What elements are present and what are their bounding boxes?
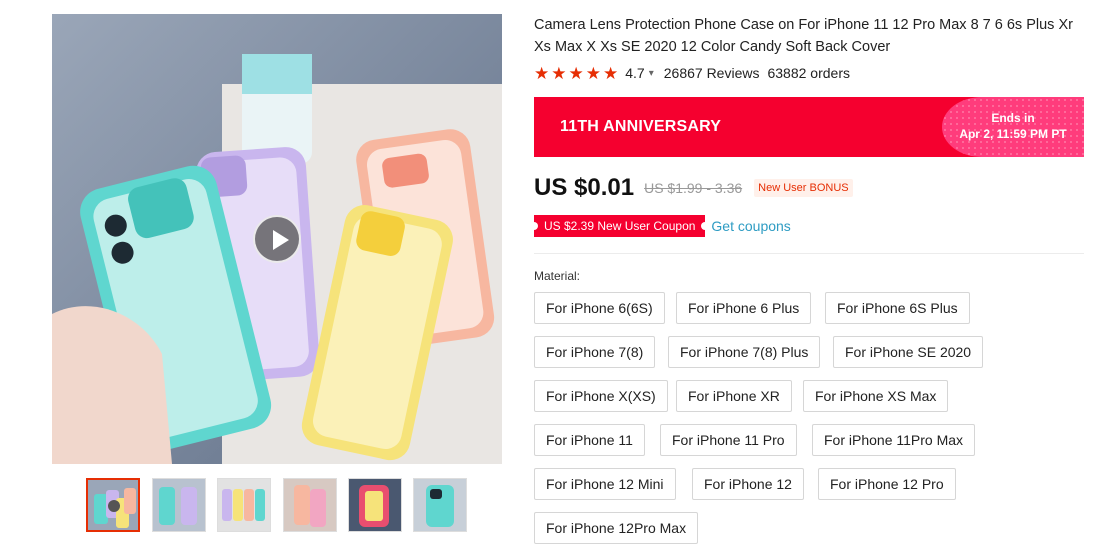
star-icon: ★ (534, 63, 550, 83)
thumbnail-6[interactable] (413, 478, 467, 532)
orders-count: 63882 orders (767, 65, 850, 81)
current-price: US $0.01 (534, 174, 635, 201)
ends-label: Ends in (991, 111, 1035, 125)
promo-banner: 11TH ANNIVERSARY Ends in Apr 2, 11:59 PM… (534, 97, 1084, 157)
ends-time: Apr 2, 11:59 PM PT (959, 127, 1067, 141)
star-icon: ★ (551, 63, 567, 83)
option-iphone-12-pro-max[interactable]: For iPhone 12Pro Max (534, 512, 699, 544)
divider (534, 253, 1084, 254)
option-iphone-12-mini[interactable]: For iPhone 12 Mini (534, 468, 676, 500)
play-video-button[interactable] (253, 215, 301, 263)
thumbnail-4[interactable] (283, 478, 337, 532)
price-row: US $0.01 US $1.99 - 3.36 New User BONUS (534, 172, 853, 204)
product-title: Camera Lens Protection Phone Case on For… (534, 17, 1073, 55)
material-label: Material: (534, 269, 581, 283)
option-iphone-x-xs[interactable]: For iPhone X(XS) (534, 380, 668, 412)
option-iphone-6s-plus[interactable]: For iPhone 6S Plus (825, 292, 970, 324)
rating-row: ★ ★ ★ ★ ★ 4.7 ▾ 26867 Reviews 63882 orde… (534, 62, 850, 84)
banner-title: 11TH ANNIVERSARY (560, 118, 722, 135)
reviews-link[interactable]: 26867 Reviews (664, 65, 760, 81)
chevron-down-icon[interactable]: ▾ (649, 68, 654, 79)
option-iphone-11-pro-max[interactable]: For iPhone 11Pro Max (812, 424, 976, 456)
star-icon: ★ (568, 63, 584, 83)
get-coupons-link[interactable]: Get coupons (711, 218, 790, 234)
thumbnail-3[interactable] (217, 478, 271, 532)
coupon-row: US $2.39 New User Coupon Get coupons (529, 214, 791, 238)
option-iphone-12-pro[interactable]: For iPhone 12 Pro (818, 468, 956, 500)
rating-stars: ★ ★ ★ ★ ★ (534, 65, 618, 82)
star-icon: ★ (603, 63, 619, 83)
thumbnail-5[interactable] (348, 478, 402, 532)
option-iphone-7-8-plus[interactable]: For iPhone 7(8) Plus (668, 336, 821, 368)
option-iphone-6-6s[interactable]: For iPhone 6(6S) (534, 292, 665, 324)
option-iphone-se-2020[interactable]: For iPhone SE 2020 (833, 336, 984, 368)
original-price: US $1.99 - 3.36 (644, 180, 743, 196)
new-user-bonus-badge: New User BONUS (754, 179, 853, 197)
option-iphone-6-plus[interactable]: For iPhone 6 Plus (676, 292, 812, 324)
countdown-box: Ends in Apr 2, 11:59 PM PT (942, 97, 1084, 157)
option-iphone-12[interactable]: For iPhone 12 (692, 468, 804, 500)
option-iphone-11-pro[interactable]: For iPhone 11 Pro (660, 424, 797, 456)
main-product-image[interactable] (52, 14, 502, 464)
option-iphone-xs-max[interactable]: For iPhone XS Max (803, 380, 949, 412)
thumbnail-1[interactable] (86, 478, 140, 532)
star-icon: ★ (585, 63, 601, 83)
option-iphone-11[interactable]: For iPhone 11 (534, 424, 645, 456)
option-iphone-7-8[interactable]: For iPhone 7(8) (534, 336, 656, 368)
new-user-coupon[interactable]: US $2.39 New User Coupon (529, 215, 710, 237)
option-iphone-xr[interactable]: For iPhone XR (676, 380, 792, 412)
rating-value[interactable]: 4.7 (625, 65, 644, 81)
thumbnail-2[interactable] (152, 478, 206, 532)
